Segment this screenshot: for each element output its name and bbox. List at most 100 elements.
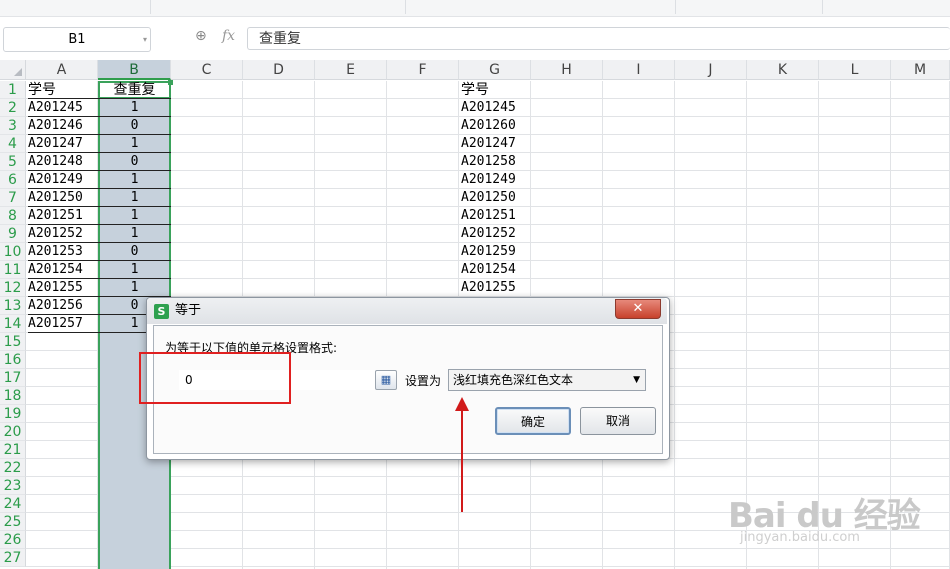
cell-a[interactable]: A201246	[28, 117, 98, 135]
row-header[interactable]: 14	[0, 315, 26, 333]
select-all-corner[interactable]	[0, 60, 26, 80]
column-header[interactable]: G	[459, 60, 531, 80]
cell-a[interactable]: A201257	[28, 315, 98, 333]
grid-line	[674, 81, 675, 569]
column-header[interactable]: L	[819, 60, 891, 80]
dialog-title: 等于	[175, 303, 202, 318]
column-header[interactable]: J	[675, 60, 747, 80]
row-header[interactable]: 13	[0, 297, 26, 315]
row-header[interactable]: 23	[0, 477, 26, 495]
format-style-select[interactable]: 浅红填充色深红色文本 ▼	[448, 369, 646, 391]
cell-g[interactable]: 学号	[461, 81, 531, 99]
cell-a[interactable]: A201248	[28, 153, 98, 171]
row-header[interactable]: 22	[0, 459, 26, 477]
cell-b[interactable]: 0	[98, 117, 171, 135]
cell-g[interactable]: A201259	[461, 243, 531, 261]
close-button[interactable]: ✕	[615, 299, 661, 319]
cell-g[interactable]: A201250	[461, 189, 531, 207]
cell-g[interactable]: A201260	[461, 117, 531, 135]
chevron-down-icon: ▼	[633, 375, 640, 385]
row-header[interactable]: 5	[0, 153, 26, 171]
row-header[interactable]: 7	[0, 189, 26, 207]
row-header[interactable]: 21	[0, 441, 26, 459]
dialog-titlebar[interactable]: S 等于 ✕	[147, 298, 667, 324]
cancel-button[interactable]: 取消	[580, 407, 656, 435]
cell-a[interactable]: A201252	[28, 225, 98, 243]
cell-b[interactable]: 1	[98, 99, 171, 117]
row-header[interactable]: 26	[0, 531, 26, 549]
toolbar-strip	[0, 0, 950, 17]
cell-b[interactable]: 0	[98, 243, 171, 261]
cell-b[interactable]: 1	[98, 261, 171, 279]
cell-a[interactable]: A201247	[28, 135, 98, 153]
row-header[interactable]: 24	[0, 495, 26, 513]
cell-a[interactable]: A201250	[28, 189, 98, 207]
row-header[interactable]: 3	[0, 117, 26, 135]
column-header[interactable]: A	[26, 60, 98, 80]
highlight-box	[139, 352, 291, 404]
cell-b[interactable]: 0	[98, 153, 171, 171]
row-header[interactable]: 9	[0, 225, 26, 243]
cell-g[interactable]: A201247	[461, 135, 531, 153]
chevron-down-icon[interactable]: ▾	[143, 28, 147, 51]
cell-b[interactable]: 1	[98, 189, 171, 207]
cell-g[interactable]: A201245	[461, 99, 531, 117]
column-header[interactable]: E	[315, 60, 387, 80]
cell-b[interactable]: 1	[98, 207, 171, 225]
row-header[interactable]: 10	[0, 243, 26, 261]
column-header[interactable]: H	[531, 60, 603, 80]
row-header[interactable]: 12	[0, 279, 26, 297]
name-box-value: B1	[68, 32, 86, 47]
cell-g[interactable]: A201255	[461, 279, 531, 297]
watermark-url: jingyan.baidu.com	[740, 530, 860, 545]
row-header[interactable]: 18	[0, 387, 26, 405]
column-header[interactable]: K	[747, 60, 819, 80]
row-header[interactable]: 1	[0, 81, 26, 99]
column-header[interactable]: D	[243, 60, 315, 80]
cell-a[interactable]: A201251	[28, 207, 98, 225]
row-header[interactable]: 15	[0, 333, 26, 351]
app-logo-icon: S	[154, 304, 169, 319]
formula-input[interactable]: 查重复	[247, 27, 950, 50]
name-box[interactable]: B1 ▾	[3, 27, 151, 52]
ok-button[interactable]: 确定	[495, 407, 571, 435]
cell-a[interactable]: A201255	[28, 279, 98, 297]
row-header[interactable]: 17	[0, 369, 26, 387]
row-header[interactable]: 27	[0, 549, 26, 567]
row-header[interactable]: 8	[0, 207, 26, 225]
cell-b[interactable]: 1	[98, 135, 171, 153]
row-header[interactable]: 19	[0, 405, 26, 423]
row-header[interactable]: 25	[0, 513, 26, 531]
cell-a[interactable]: 学号	[28, 81, 98, 99]
column-header[interactable]: C	[171, 60, 243, 80]
row-header[interactable]: 16	[0, 351, 26, 369]
cell-a[interactable]: A201249	[28, 171, 98, 189]
row-header[interactable]: 2	[0, 99, 26, 117]
cell-a[interactable]: A201256	[28, 297, 98, 315]
cell-g[interactable]: A201254	[461, 261, 531, 279]
arrow-head	[455, 397, 469, 411]
fx-icon[interactable]: fx	[222, 28, 235, 44]
column-header[interactable]: B	[98, 60, 171, 80]
cell-a[interactable]: A201253	[28, 243, 98, 261]
cell-g[interactable]: A201252	[461, 225, 531, 243]
formula-bar: B1 ▾ ⊕ fx 查重复	[0, 17, 950, 60]
cell-b[interactable]: 1	[98, 225, 171, 243]
cell-b[interactable]: 1	[98, 279, 171, 297]
column-header[interactable]: M	[891, 60, 950, 80]
zoom-icon[interactable]: ⊕	[195, 29, 210, 44]
row-header[interactable]: 11	[0, 261, 26, 279]
column-header[interactable]: I	[603, 60, 675, 80]
cell-b[interactable]: 查重复	[98, 81, 171, 99]
cell-b[interactable]: 1	[98, 171, 171, 189]
row-header[interactable]: 4	[0, 135, 26, 153]
row-header[interactable]: 20	[0, 423, 26, 441]
cell-g[interactable]: A201258	[461, 153, 531, 171]
column-header[interactable]: F	[387, 60, 459, 80]
cell-g[interactable]: A201251	[461, 207, 531, 225]
cell-g[interactable]: A201249	[461, 171, 531, 189]
row-header[interactable]: 6	[0, 171, 26, 189]
cell-a[interactable]: A201245	[28, 99, 98, 117]
cell-a[interactable]: A201254	[28, 261, 98, 279]
range-picker-icon[interactable]: ▦	[375, 370, 397, 390]
